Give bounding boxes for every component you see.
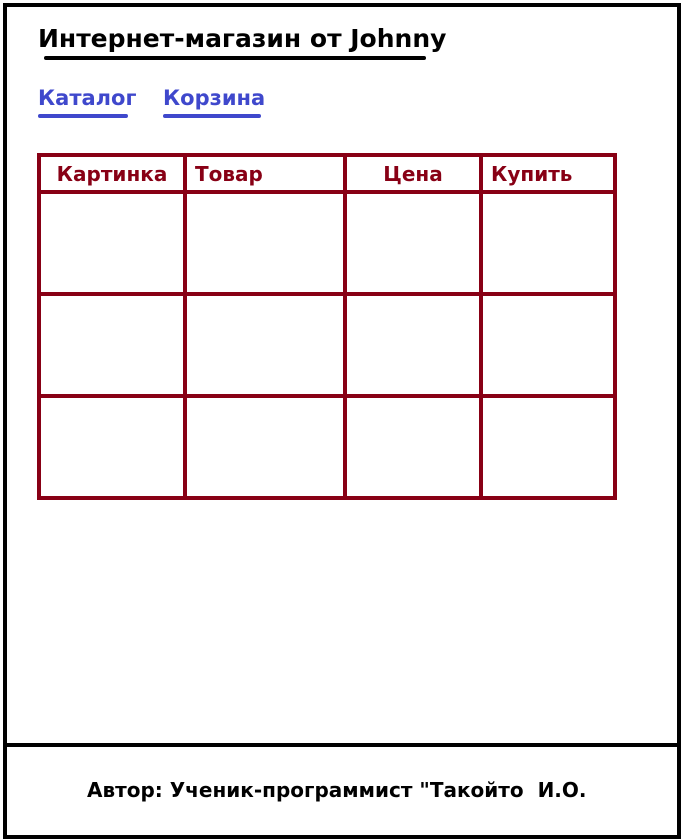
nav-link-cart[interactable]: Корзина <box>163 84 265 112</box>
table-row <box>37 292 617 398</box>
cell-price <box>343 190 483 296</box>
nav-link-cart-underline <box>163 114 261 118</box>
nav-link-catalog-underline <box>38 114 128 118</box>
table-row <box>37 394 617 500</box>
cell-product <box>183 394 347 500</box>
column-header-buy: Купить <box>479 153 617 194</box>
table-header-row: Картинка Товар Цена Купить <box>37 153 617 194</box>
table-row <box>37 190 617 296</box>
site-title: Интернет-магазин от Johnny <box>38 24 447 53</box>
cell-buy[interactable] <box>479 190 617 296</box>
cell-buy[interactable] <box>479 292 617 398</box>
site-title-underline <box>44 56 426 60</box>
column-header-price: Цена <box>343 153 483 194</box>
cell-product <box>183 292 347 398</box>
product-table: Картинка Товар Цена Купить <box>37 153 617 500</box>
cell-price <box>343 394 483 500</box>
cell-price <box>343 292 483 398</box>
footer-divider <box>3 743 681 747</box>
cell-product <box>183 190 347 296</box>
cell-picture <box>37 190 187 296</box>
cell-buy[interactable] <box>479 394 617 500</box>
nav-link-catalog[interactable]: Каталог <box>38 84 136 112</box>
column-header-product: Товар <box>183 153 347 194</box>
cell-picture <box>37 394 187 500</box>
footer-author: Автор: Ученик-программист "Такойто И.О. <box>87 778 587 802</box>
cell-picture <box>37 292 187 398</box>
column-header-picture: Картинка <box>37 153 187 194</box>
